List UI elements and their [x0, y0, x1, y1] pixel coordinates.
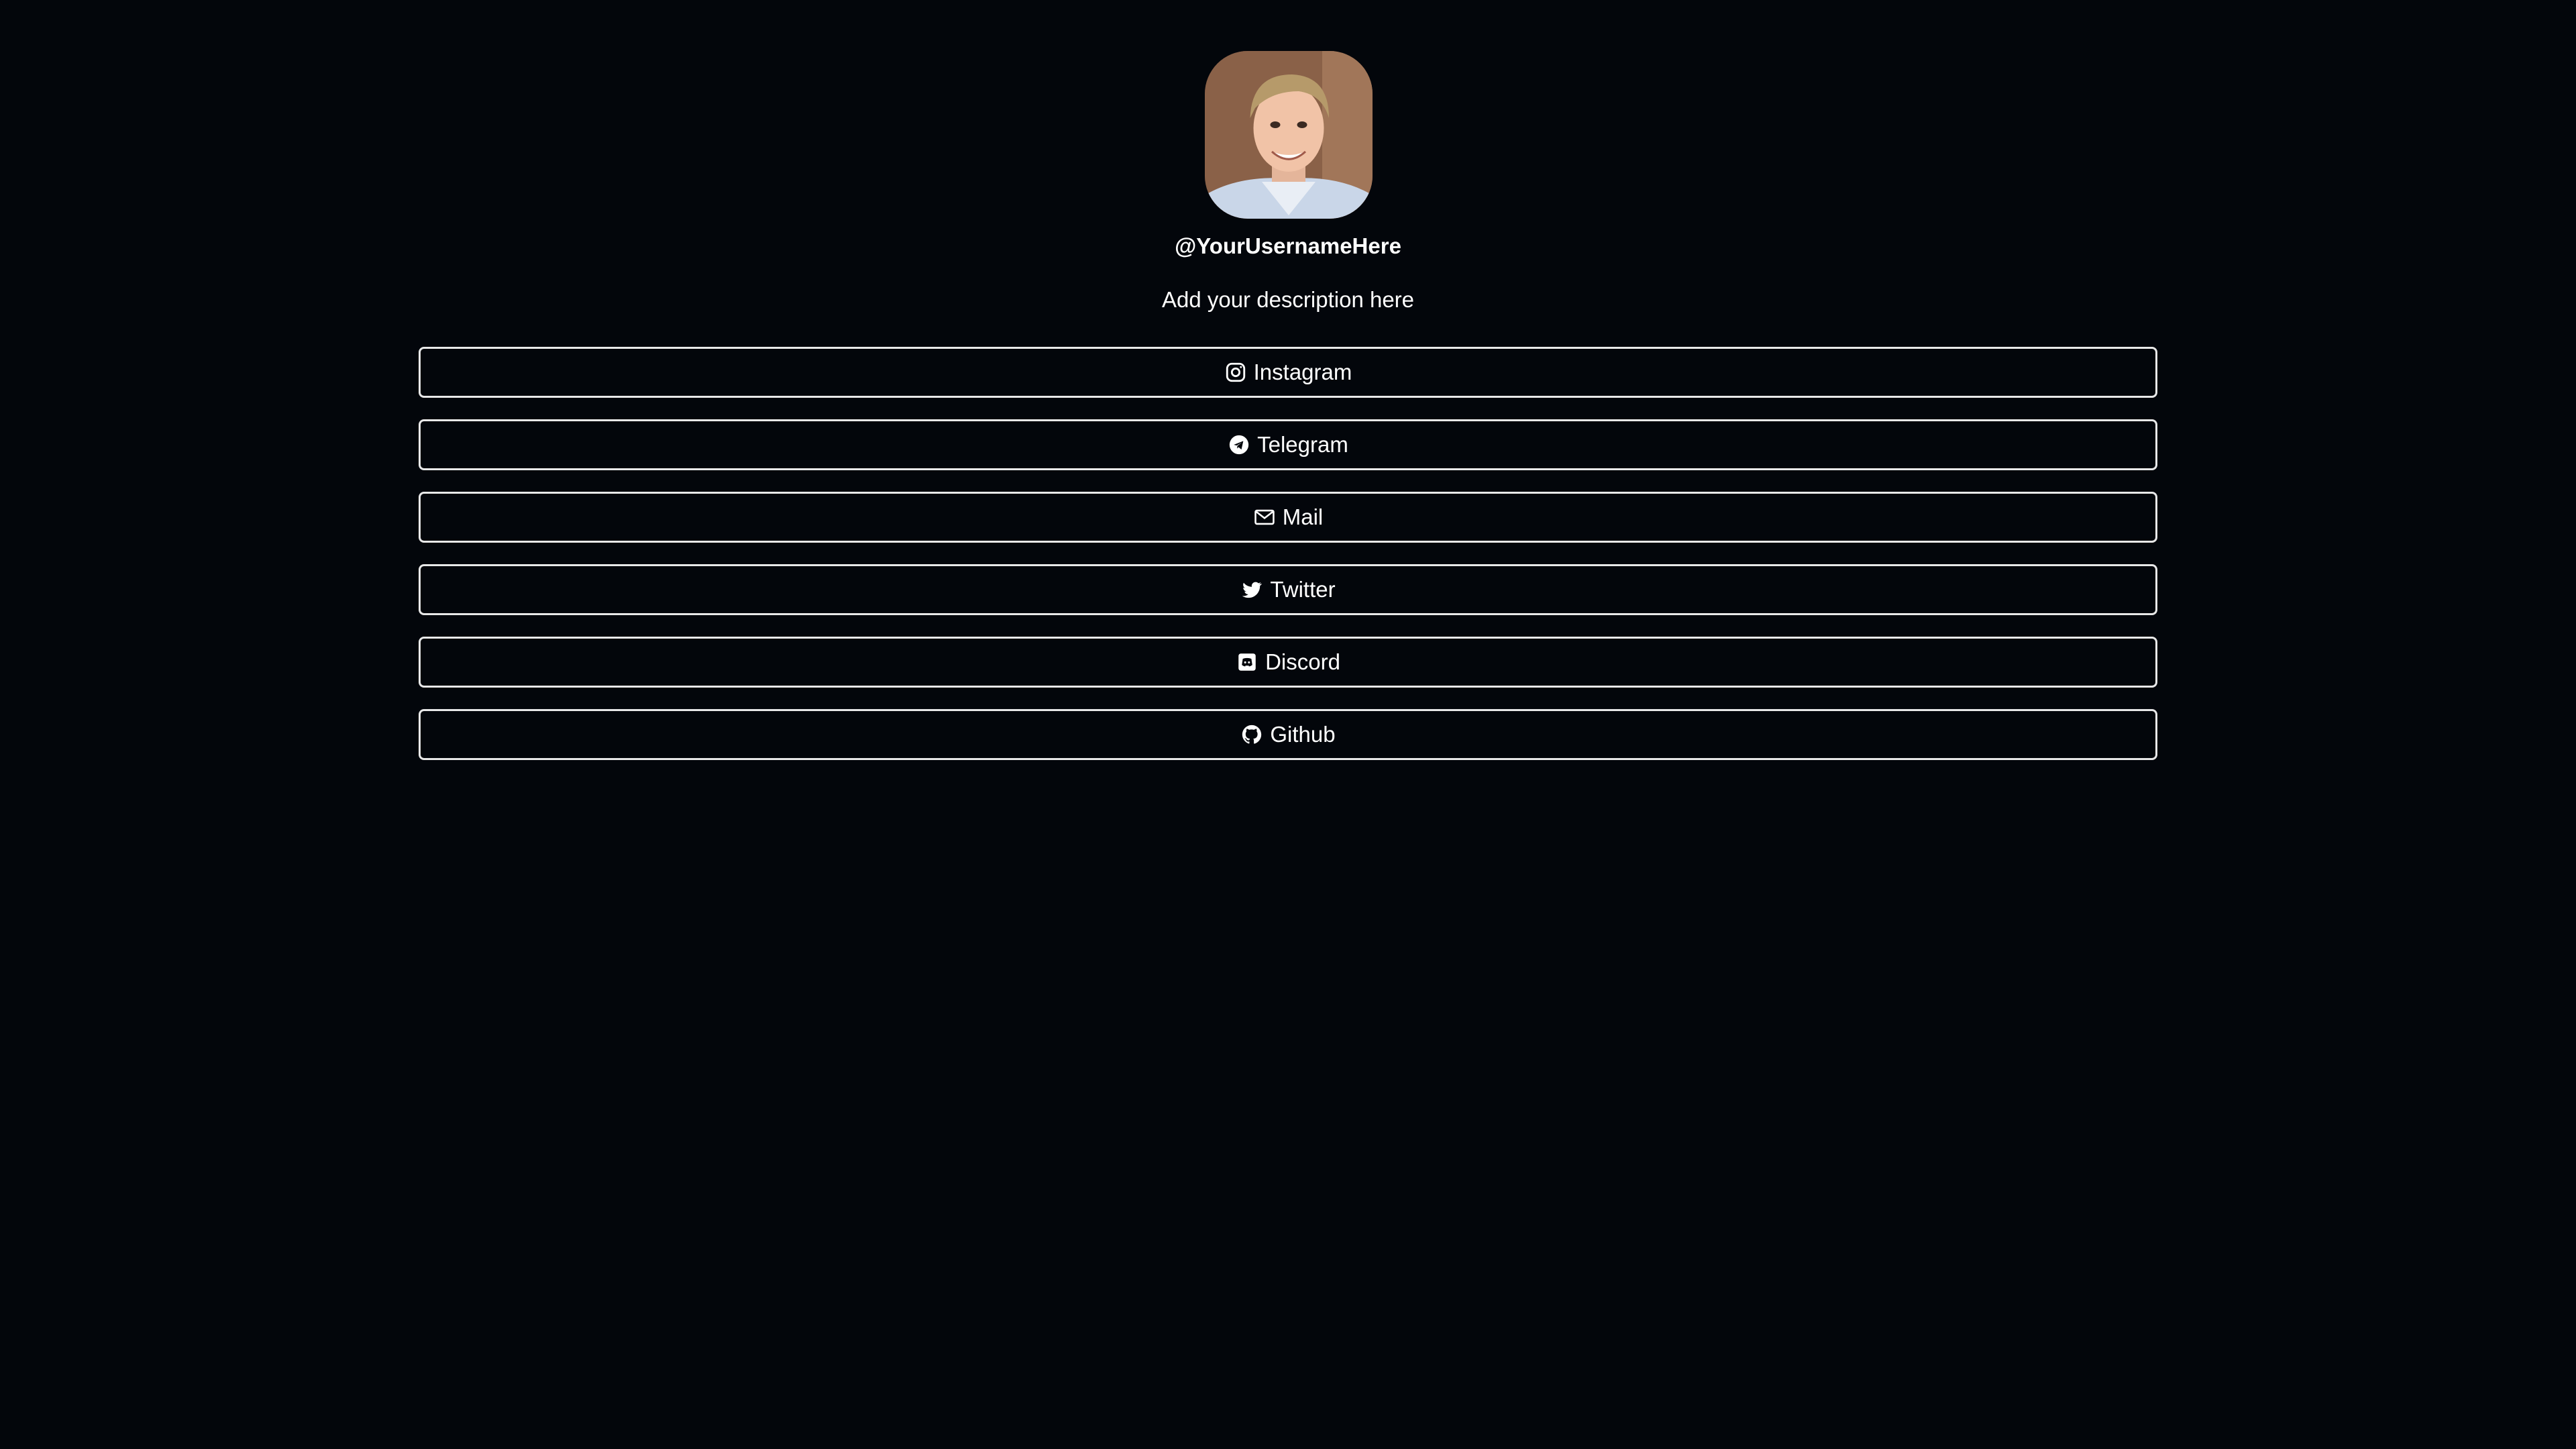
instagram-label: Instagram: [1253, 360, 1352, 384]
telegram-link-button[interactable]: Telegram: [419, 419, 2157, 470]
instagram-link-button[interactable]: Instagram: [419, 347, 2157, 398]
github-label: Github: [1270, 722, 1336, 747]
github-link-button[interactable]: Github: [419, 709, 2157, 760]
discord-link-button[interactable]: Discord: [419, 637, 2157, 688]
twitter-link-button[interactable]: Twitter: [419, 564, 2157, 615]
profile-description: Add your description here: [1161, 287, 1415, 312]
mail-icon: [1253, 506, 1276, 529]
telegram-icon: [1228, 433, 1250, 456]
mail-link-button[interactable]: Mail: [419, 492, 2157, 543]
discord-icon: [1236, 651, 1258, 674]
profile-username: @YourUsernameHere: [1175, 233, 1401, 258]
avatar: [1205, 51, 1373, 219]
discord-label: Discord: [1265, 649, 1340, 674]
mail-label: Mail: [1282, 504, 1324, 529]
instagram-icon: [1224, 361, 1247, 384]
twitter-label: Twitter: [1270, 577, 1336, 602]
link-list: Instagram Telegram Mail Twitter Discord …: [419, 347, 2157, 782]
twitter-icon: [1240, 578, 1263, 601]
avatar-portrait-image: [1205, 51, 1373, 219]
github-icon: [1240, 723, 1263, 746]
link-page: @YourUsernameHere Add your description h…: [0, 0, 2576, 1449]
telegram-label: Telegram: [1257, 432, 1348, 457]
